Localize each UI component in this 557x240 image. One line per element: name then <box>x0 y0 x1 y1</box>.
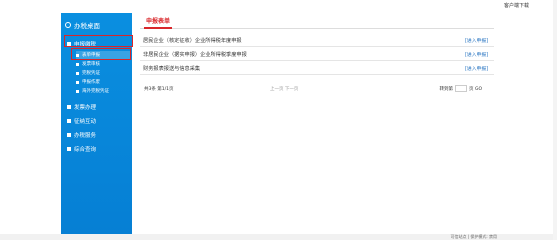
sidebar-sub-label: 海外完税凭证 <box>82 89 109 94</box>
pagination-nav[interactable]: 上一页 下一页 <box>270 86 298 92</box>
table-row: 居民企业（核定征收）企业所得税年度申报 [进入申报] <box>140 35 494 47</box>
enter-filing-link[interactable]: [进入申报] <box>465 65 488 72</box>
go-button[interactable]: 页 GO <box>469 86 482 92</box>
bullet-icon <box>76 71 79 75</box>
status-bar-text: 可信站点 | 保护模式: 禁用 <box>450 234 497 239</box>
highlight-box-section <box>64 35 133 47</box>
tab-underline <box>144 27 172 29</box>
bullet-icon <box>76 89 79 93</box>
sidebar-sub-label: 完税凭证 <box>82 71 100 76</box>
table-row: 非居民企业（据实申报）企业所得税季度申报 [进入申报] <box>140 49 494 61</box>
pagination: 共3条 第1/1页 上一页 下一页 转到第 页 GO <box>140 83 494 95</box>
sidebar-section-query[interactable]: 综合查询 <box>64 143 130 154</box>
sidebar-sub-void-filing[interactable]: 申报作废 <box>76 78 131 86</box>
page-number-input[interactable] <box>455 85 468 92</box>
sidebar-section-label: 征纳互动 <box>74 118 97 125</box>
sidebar-section-label: 办税服务 <box>74 132 97 139</box>
bullet-icon <box>76 62 79 66</box>
pagination-goto: 转到第 页 GO <box>440 85 482 92</box>
enter-filing-link[interactable]: [进入申报] <box>465 37 488 44</box>
sidebar-section-label: 发票办理 <box>74 104 97 111</box>
vertical-scrollbar[interactable] <box>553 0 557 240</box>
row-label: 财务报表报送与信息采集 <box>143 66 201 72</box>
sidebar-home-label: 办税桌面 <box>74 21 100 30</box>
sidebar-sub-label: 发票审核 <box>82 62 100 67</box>
bullet-icon <box>67 104 71 109</box>
sidebar-sub-label: 申报作废 <box>82 80 100 85</box>
pagination-total: 共3条 第1/1页 <box>144 87 174 92</box>
bullet-icon <box>67 118 71 123</box>
sidebar-section-interaction[interactable]: 征纳互动 <box>64 115 130 126</box>
sidebar-sub-tax-certificate[interactable]: 完税凭证 <box>76 69 131 77</box>
sidebar-home[interactable]: 办税桌面 <box>65 17 128 32</box>
client-download-link[interactable]: 客户端下载 <box>504 2 529 9</box>
sidebar-sub-invoice-review[interactable]: 发票审核 <box>76 60 131 68</box>
bullet-icon <box>67 132 71 137</box>
bullet-icon <box>67 146 71 151</box>
goto-label: 转到第 <box>439 86 454 92</box>
row-label: 居民企业（核定征收）企业所得税年度申报 <box>143 38 242 44</box>
sidebar-section-service[interactable]: 办税服务 <box>64 129 130 140</box>
home-icon <box>65 21 71 28</box>
status-bar: 可信站点 | 保护模式: 禁用 <box>0 234 557 240</box>
table-row: 财务报表报送与信息采集 [进入申报] <box>140 63 494 75</box>
main-tab-bar: 申报表单 <box>140 13 494 29</box>
highlight-box-subitem <box>71 48 131 60</box>
top-bar: 客户端下载 <box>0 0 557 10</box>
bullet-icon <box>76 80 79 84</box>
row-label: 非居民企业（据实申报）企业所得税季度申报 <box>143 52 247 58</box>
sidebar-section-label: 综合查询 <box>74 146 97 153</box>
sidebar-section-invoice[interactable]: 发票办理 <box>64 101 130 112</box>
tab-filing-forms[interactable]: 申报表单 <box>146 16 170 25</box>
enter-filing-link[interactable]: [进入申报] <box>465 51 488 58</box>
sidebar-sub-overseas-certificate[interactable]: 海外完税凭证 <box>76 87 131 95</box>
